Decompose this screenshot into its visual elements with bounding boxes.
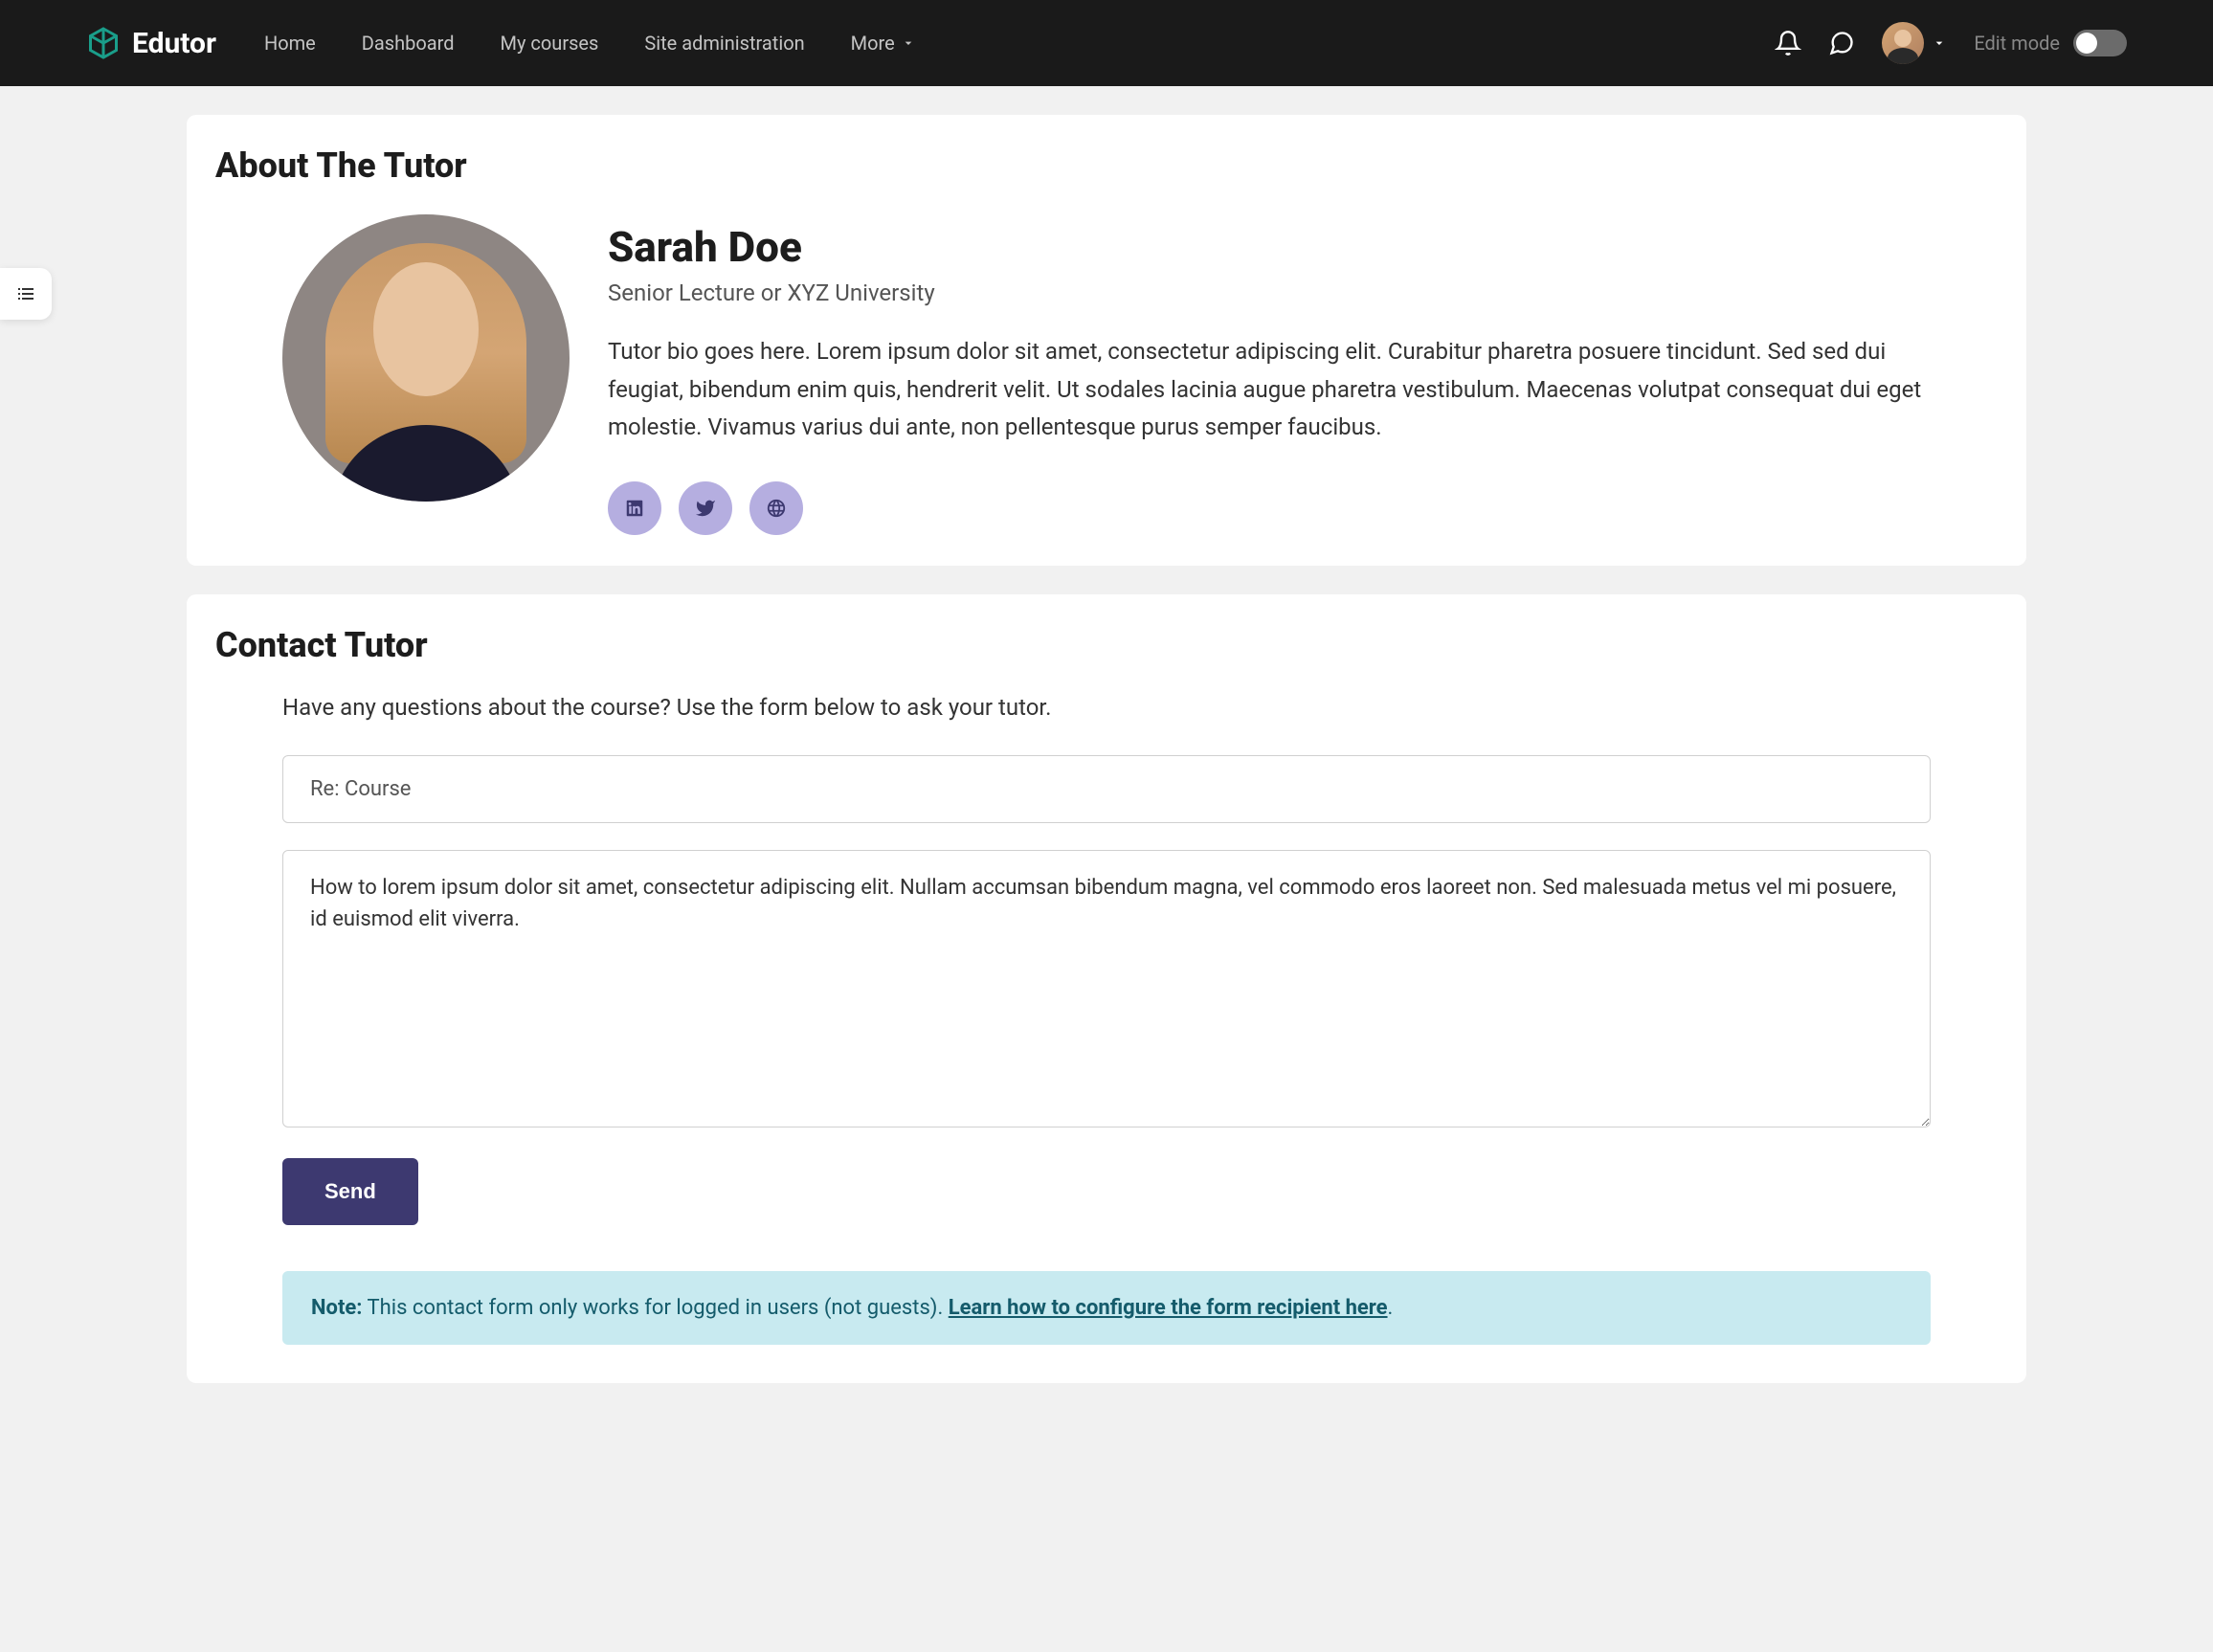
globe-icon[interactable]: [749, 481, 803, 535]
bell-icon[interactable]: [1775, 30, 1801, 56]
edit-mode: Edit mode: [1974, 30, 2127, 56]
nav-right: Edit mode: [1775, 22, 2127, 64]
contact-inner: Have any questions about the course? Use…: [215, 694, 1998, 1345]
contact-section-title: Contact Tutor: [215, 625, 1998, 665]
note-box: Note: This contact form only works for l…: [282, 1271, 1931, 1345]
tutor-avatar: [282, 214, 570, 502]
tutor-title: Senior Lecture or XYZ University: [608, 279, 1931, 306]
message-textarea[interactable]: [282, 850, 1931, 1127]
tutor-info: Sarah Doe Senior Lecture or XYZ Universi…: [608, 214, 1931, 535]
nav-home[interactable]: Home: [264, 32, 316, 55]
linkedin-icon[interactable]: [608, 481, 661, 535]
main-container: About The Tutor Sarah Doe Senior Lecture…: [96, 86, 2117, 1440]
twitter-icon[interactable]: [679, 481, 732, 535]
edit-mode-toggle[interactable]: [2073, 30, 2127, 56]
social-icons: [608, 481, 1931, 535]
user-menu[interactable]: [1882, 22, 1947, 64]
list-icon: [14, 282, 37, 305]
nav-site-admin[interactable]: Site administration: [644, 32, 804, 55]
about-tutor-card: About The Tutor Sarah Doe Senior Lecture…: [187, 115, 2026, 566]
side-drawer-toggle[interactable]: [0, 268, 52, 320]
logo[interactable]: Edutor: [86, 26, 216, 60]
logo-text: Edutor: [132, 27, 216, 60]
chevron-down-icon: [1932, 35, 1947, 51]
tutor-section: Sarah Doe Senior Lecture or XYZ Universi…: [215, 214, 1998, 535]
tutor-bio: Tutor bio goes here. Lorem ipsum dolor s…: [608, 333, 1931, 447]
logo-icon: [86, 26, 121, 60]
navbar: Edutor Home Dashboard My courses Site ad…: [0, 0, 2213, 86]
nav-dashboard[interactable]: Dashboard: [362, 32, 455, 55]
chevron-down-icon: [901, 35, 916, 51]
note-link[interactable]: Learn how to configure the form recipien…: [949, 1296, 1388, 1320]
subject-input[interactable]: [282, 755, 1931, 823]
nav-my-courses[interactable]: My courses: [501, 32, 599, 55]
edit-mode-label: Edit mode: [1974, 32, 2060, 55]
about-section-title: About The Tutor: [215, 145, 1998, 186]
note-end: .: [1388, 1296, 1394, 1320]
tutor-name: Sarah Doe: [608, 222, 1931, 272]
avatar: [1882, 22, 1924, 64]
nav-more[interactable]: More: [851, 32, 916, 55]
note-text: This contact form only works for logged …: [362, 1296, 948, 1320]
contact-tutor-card: Contact Tutor Have any questions about t…: [187, 594, 2026, 1383]
nav-links: Home Dashboard My courses Site administr…: [264, 32, 916, 55]
nav-more-label: More: [851, 32, 895, 55]
send-button[interactable]: Send: [282, 1158, 418, 1225]
chat-icon[interactable]: [1828, 30, 1855, 56]
contact-intro: Have any questions about the course? Use…: [282, 694, 1931, 721]
note-label: Note:: [311, 1296, 362, 1320]
